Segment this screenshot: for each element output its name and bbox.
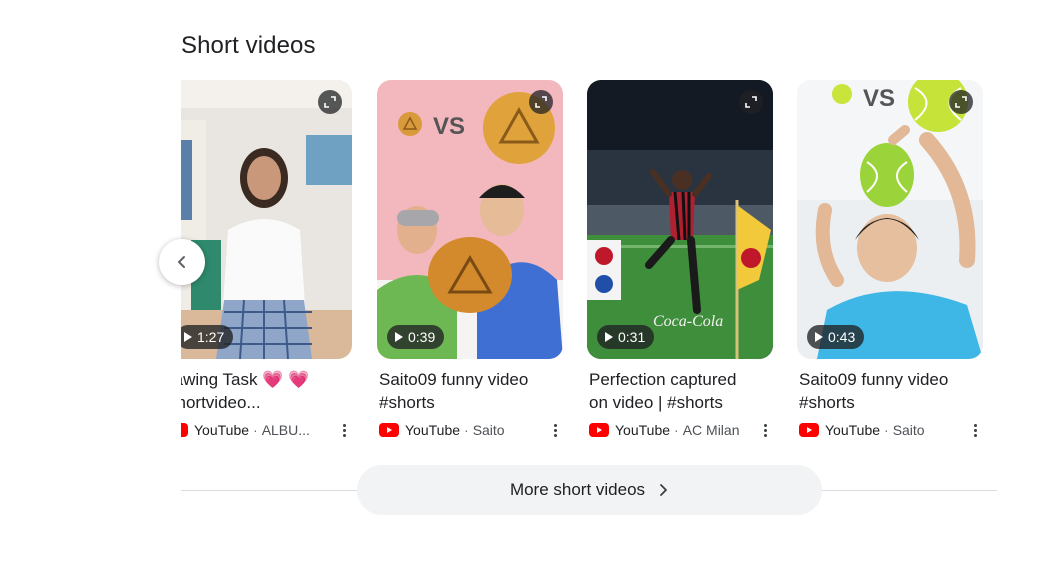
source-name: YouTube	[405, 422, 461, 438]
video-card[interactable]: Coca-Cola 0:31 Perfection captured on vi…	[587, 80, 773, 440]
duration-text: 1:27	[197, 329, 225, 345]
channel-name: AC Milan	[682, 422, 740, 438]
video-title[interactable]: Saito09 funny video #shorts	[377, 368, 563, 414]
video-meta: YouTube · Saito	[377, 420, 563, 440]
section-title: Short videos	[181, 32, 316, 59]
duration-badge: 0:43	[807, 325, 865, 349]
thumbnail-image	[181, 80, 352, 359]
play-icon	[395, 332, 403, 342]
video-title[interactable]: Saito09 funny video #shorts	[797, 368, 983, 414]
chevron-right-icon	[660, 484, 667, 496]
video-title[interactable]: rawing Task 💗 💗 shortvideo...	[181, 368, 352, 414]
expand-icon[interactable]	[739, 90, 763, 114]
thumbnail-image: VS	[797, 80, 983, 359]
overlay-text: VS	[863, 85, 895, 112]
overlay-text: VS	[433, 113, 465, 140]
play-icon	[815, 332, 823, 342]
video-meta: YouTube · ALBU...	[181, 420, 352, 440]
thumbnail-image: VS	[377, 80, 563, 359]
video-thumbnail[interactable]: VS 0:43	[797, 80, 983, 359]
overlay-text: Coca-Cola	[653, 313, 723, 330]
separator: ·	[464, 422, 469, 438]
short-videos-carousel: 1:27 rawing Task 💗 💗 shortvideo... YouTu…	[181, 80, 1001, 450]
video-thumbnail[interactable]: VS 0:39	[377, 80, 563, 359]
separator: ·	[884, 422, 889, 438]
youtube-icon	[181, 423, 188, 437]
more-button-label: More short videos	[509, 480, 646, 499]
duration-text: 0:43	[828, 329, 856, 345]
play-icon	[184, 332, 192, 342]
expand-icon[interactable]	[529, 90, 553, 114]
duration-text: 0:31	[618, 329, 646, 345]
source-name: YouTube	[615, 422, 671, 438]
video-thumbnail[interactable]: 1:27	[181, 80, 352, 359]
video-title[interactable]: Perfection captured on video | #shorts	[587, 368, 773, 414]
video-card[interactable]: VS 0:43 Saito09 funny video #shorts YouT…	[797, 80, 983, 440]
youtube-icon	[379, 423, 399, 437]
video-meta: YouTube · Saito	[797, 420, 983, 440]
video-card[interactable]: 1:27 rawing Task 💗 💗 shortvideo... YouTu…	[181, 80, 352, 440]
duration-badge: 0:31	[597, 325, 655, 349]
thumbnail-image: Coca-Cola	[587, 80, 773, 359]
video-meta: YouTube · AC Milan	[587, 420, 773, 440]
separator: ·	[674, 422, 679, 438]
youtube-icon	[589, 423, 609, 437]
divider-right	[822, 490, 997, 491]
channel-name: Saito	[472, 422, 505, 438]
channel-name: Saito	[892, 422, 925, 438]
separator: ·	[253, 422, 258, 438]
previous-button[interactable]	[159, 239, 205, 285]
duration-text: 0:39	[408, 329, 436, 345]
expand-icon[interactable]	[949, 90, 973, 114]
more-short-videos-button[interactable]: More short videos	[357, 465, 822, 515]
video-card[interactable]: VS 0:39 Saito09 funny video #shorts YouT…	[377, 80, 563, 440]
expand-icon[interactable]	[318, 90, 342, 114]
more-vert-icon[interactable]	[340, 420, 348, 440]
source-name: YouTube	[194, 422, 250, 438]
play-icon	[605, 332, 613, 342]
more-vert-icon[interactable]	[551, 420, 559, 440]
duration-badge: 1:27	[181, 325, 234, 349]
video-thumbnail[interactable]: Coca-Cola 0:31	[587, 80, 773, 359]
duration-badge: 0:39	[387, 325, 445, 349]
divider-left	[181, 490, 357, 491]
youtube-icon	[799, 423, 819, 437]
source-name: YouTube	[825, 422, 881, 438]
more-vert-icon[interactable]	[971, 420, 979, 440]
chevron-left-icon	[178, 256, 185, 268]
channel-name: ALBU...	[261, 422, 310, 438]
more-vert-icon[interactable]	[761, 420, 769, 440]
